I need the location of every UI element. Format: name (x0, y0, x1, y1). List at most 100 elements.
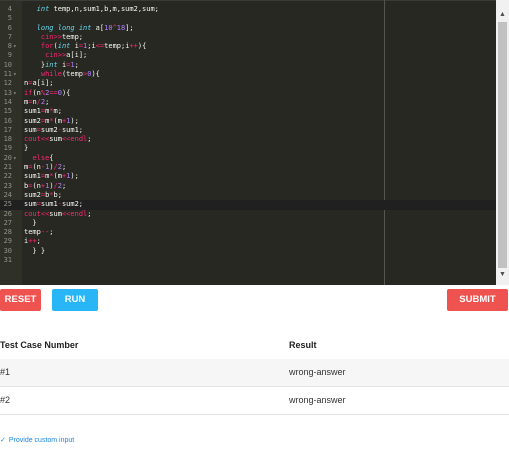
code-line[interactable]: 26 cout<<sum<<endl; (0, 210, 496, 219)
test-case-result: wrong-answer (289, 395, 346, 405)
code-line[interactable]: 17 sum=sum2-sum1; (0, 126, 496, 135)
editor-scrollbar[interactable]: ▲ ▼ (496, 0, 509, 285)
code-line[interactable]: 7 cin>>temp; (0, 33, 496, 42)
code-line[interactable]: 23 b=(n+1)/2; (0, 182, 496, 191)
code-text: cin>>temp; (40, 32, 84, 41)
header-test-case-number: Test Case Number (0, 340, 79, 350)
run-button[interactable]: RUN (52, 289, 98, 311)
code-text: } (24, 218, 37, 227)
code-line[interactable]: 31 (0, 256, 496, 265)
code-line[interactable]: 9 cin>>a[i]; (0, 51, 496, 60)
line-number: 20 (3, 153, 12, 162)
line-number: 27 (3, 218, 12, 227)
code-text: int temp,n,sum1,b,m,sum2,sum; (36, 5, 159, 13)
fold-arrow-icon[interactable]: ▾ (13, 70, 17, 79)
code-text: n=a[i]; (24, 79, 54, 88)
line-number: 28 (3, 228, 12, 237)
reset-button[interactable]: RESET (0, 289, 41, 311)
code-line[interactable]: 20 ▾ else{ (0, 154, 496, 163)
submit-button[interactable]: SUBMIT (447, 289, 508, 311)
code-line[interactable]: 22 sum1=m*(m+1); (0, 172, 496, 181)
code-area[interactable]: 4 int temp,n,sum1,b,m,sum2,sum; 5 6 long l… (0, 5, 496, 265)
code-line[interactable]: 25 sum=sum1-sum2; (0, 200, 496, 210)
line-number: 23 (3, 181, 12, 190)
code-text: b=(n+1)/2; (24, 181, 67, 190)
code-line[interactable]: 4 int temp,n,sum1,b,m,sum2,sum; (0, 5, 496, 14)
line-number: 22 (3, 172, 12, 181)
table-header-row: Test Case Number Result (0, 332, 509, 360)
table-row: #2 wrong-answer (0, 387, 509, 415)
header-result: Result (289, 340, 317, 350)
line-number: 31 (3, 256, 12, 265)
line-number: 11 (3, 70, 12, 79)
code-line[interactable]: 19} (0, 144, 496, 153)
triangle-up-icon[interactable]: ▲ (496, 10, 509, 20)
code-text: cout<<sum<<endl; (24, 209, 92, 218)
code-text: while(temp>0){ (40, 70, 100, 79)
line-number: 19 (3, 144, 12, 153)
code-text: long long int a[10^18]; (36, 23, 134, 32)
code-text: else{ (32, 153, 54, 162)
code-text: i++; (24, 237, 41, 246)
line-number: 8 (7, 42, 12, 51)
table-row: #1 wrong-answer (0, 359, 509, 387)
line-number: 18 (3, 135, 12, 144)
code-line[interactable]: 8 ▾ for(int i=1;i<=temp;i++){ (0, 42, 496, 51)
line-number: 15 (3, 107, 12, 116)
code-line[interactable]: 28 temp--; (0, 228, 496, 237)
code-text: sum=sum1-sum2; (24, 200, 84, 209)
code-text: if(n%2==0){ (24, 88, 71, 97)
code-text: cout<<sum<<endl; (24, 135, 92, 144)
test-case-number: #1 (0, 367, 11, 377)
code-text: temp--; (24, 228, 54, 237)
code-text: cin>>a[i]; (45, 51, 88, 60)
line-number: 30 (3, 246, 12, 255)
code-line[interactable]: 16 sum2=m*(m+1); (0, 117, 496, 126)
line-number: 26 (3, 209, 12, 218)
code-line[interactable]: 15 sum1=m*m; (0, 107, 496, 116)
code-line[interactable]: 14 m=n/2; (0, 98, 496, 107)
line-number: 16 (3, 116, 12, 125)
line-number: 5 (7, 14, 12, 23)
fold-arrow-icon[interactable]: ▾ (13, 89, 17, 98)
line-number: 14 (3, 97, 12, 106)
triangle-down-icon[interactable]: ▼ (496, 270, 509, 280)
code-text: } } (24, 246, 46, 255)
code-line[interactable]: 18 cout<<sum<<endl; (0, 135, 496, 144)
line-number: 4 (7, 5, 12, 13)
code-line[interactable]: 27 } (0, 219, 496, 228)
code-line[interactable]: 5 (0, 14, 496, 23)
editor-top-border (0, 0, 496, 1)
line-number: 25 (3, 200, 12, 209)
line-number: 10 (3, 60, 12, 69)
code-text: sum2=b*b; (24, 190, 62, 199)
code-text: sum=sum2-sum1; (24, 125, 84, 134)
code-editor[interactable]: 4 int temp,n,sum1,b,m,sum2,sum; 5 6 long l… (0, 0, 509, 285)
code-line[interactable]: 13 ▾ if(n%2==0){ (0, 89, 496, 98)
code-line[interactable]: 30 } } (0, 247, 496, 256)
code-text: sum1=m*(m+1); (24, 172, 79, 181)
checkmark-icon: ✓ (0, 437, 6, 444)
code-text: }int i=1; (24, 60, 79, 69)
code-line[interactable]: 24 sum2=b*b; (0, 191, 496, 200)
code-text: m=n/2; (24, 97, 50, 106)
fold-arrow-icon[interactable]: ▾ (13, 154, 17, 163)
code-line[interactable]: 12 n=a[i]; (0, 79, 496, 88)
line-number: 13 (3, 88, 12, 97)
custom-input-label: Provide custom input (8, 437, 75, 444)
scrollbar-thumb[interactable] (498, 22, 507, 268)
code-line[interactable]: 21 m=(n-1)/2; (0, 163, 496, 172)
code-line[interactable]: 6 long long int a[10^18]; (0, 24, 496, 33)
test-case-result: wrong-answer (289, 367, 346, 377)
provide-custom-input-link[interactable]: ✓ Provide custom input (0, 436, 74, 444)
line-number: 21 (3, 163, 12, 172)
line-number: 9 (7, 51, 12, 60)
line-number: 17 (3, 125, 12, 134)
code-line[interactable]: 11 ▾ while(temp>0){ (0, 70, 496, 79)
test-case-number: #2 (0, 395, 11, 405)
code-line[interactable]: 29 i++; (0, 237, 496, 246)
fold-arrow-icon[interactable]: ▾ (13, 42, 17, 51)
code-line[interactable]: 10 }int i=1; (0, 61, 496, 70)
code-text: sum1=m*m; (24, 107, 62, 116)
code-text: } (24, 144, 29, 153)
